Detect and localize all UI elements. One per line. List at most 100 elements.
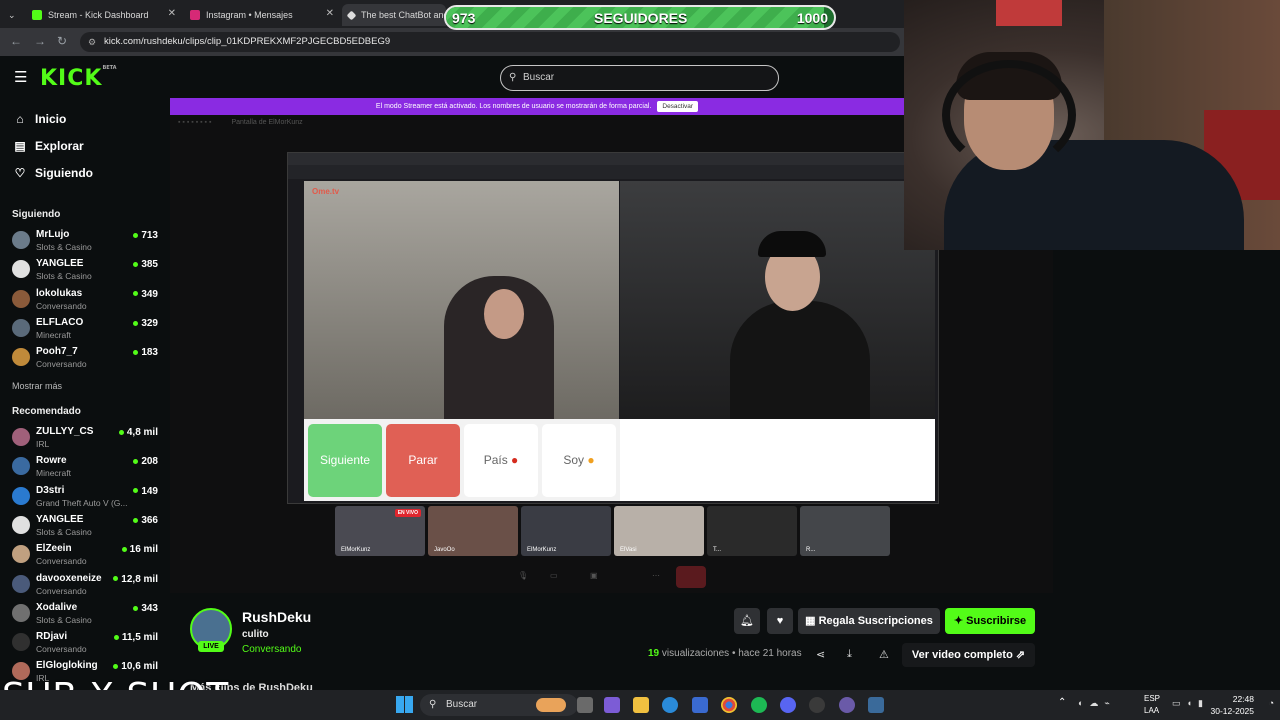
sidebar-channel[interactable]: ELFLACO Minecraft 329	[12, 316, 162, 344]
full-video-button[interactable]: Ver video completo ⇗	[902, 643, 1035, 667]
screen-share-icon[interactable]: ▣	[590, 571, 598, 580]
spotify-icon[interactable]	[751, 697, 767, 713]
tab-kick-dashboard[interactable]: Stream - Kick Dashboard ✕	[26, 4, 182, 26]
close-icon[interactable]: ✕	[326, 8, 334, 19]
next-button[interactable]: Siguiente	[308, 424, 382, 497]
chevron-up-icon[interactable]: ⌃	[1058, 697, 1066, 708]
tab-label: Stream - Kick Dashboard	[48, 10, 149, 20]
hang-up-button[interactable]	[676, 566, 706, 588]
channel-avatar	[12, 633, 30, 652]
participant-thumbnail[interactable]: ElVasi	[614, 506, 704, 556]
taskbar-clock[interactable]: 22:48 30-12-2025	[1211, 693, 1254, 717]
sidebar-channel[interactable]: D3stri Grand Theft Auto V (G... 149	[12, 484, 162, 512]
reload-icon[interactable]: ↻	[57, 34, 67, 48]
search-icon: ⚲	[429, 699, 437, 710]
channel-category: IRL	[36, 439, 50, 449]
screen-share-label: ▪ ▪ ▪ ▪ ▪ ▪ ▪ ▪ Pantalla de ElMorKunz	[178, 119, 303, 126]
sidebar-channel[interactable]: RDjavi Conversando 11,5 mil	[12, 630, 162, 658]
subscribe-button[interactable]: ✦ Suscribirse	[945, 608, 1035, 634]
participant-thumbnail[interactable]: JavoOo	[428, 506, 518, 556]
url-field[interactable]: ⚙ kick.com/rushdeku/clips/clip_01KDPREKX…	[80, 32, 900, 52]
shield-icon[interactable]	[868, 697, 884, 713]
obs-icon[interactable]	[809, 697, 825, 713]
tab-chatbot[interactable]: The best ChatBot and	[342, 4, 446, 26]
site-info-icon[interactable]: ⚙	[88, 32, 96, 52]
more-icon[interactable]: ⋯	[652, 571, 660, 580]
follow-button[interactable]: ♥	[767, 608, 793, 634]
clock-date: 30-12-2025	[1210, 706, 1254, 716]
edge-icon[interactable]	[662, 697, 678, 713]
notification-bell-icon[interactable]: ◔	[1269, 698, 1274, 708]
nav-label: Siguiendo	[35, 166, 93, 180]
taskbar-search-placeholder: Buscar	[446, 699, 478, 710]
back-arrow-icon[interactable]: ←	[10, 34, 22, 48]
participant-thumbnail[interactable]: ElMorKunz EN VIVO	[335, 506, 425, 556]
stop-button[interactable]: Parar	[386, 424, 460, 497]
task-view-icon[interactable]	[577, 697, 593, 713]
chrome-icon[interactable]	[721, 697, 737, 713]
network-volume-icons[interactable]: ▭◖▮	[1172, 698, 1209, 709]
taskbar-search[interactable]: ⚲ Buscar	[420, 694, 578, 716]
country-button[interactable]: País ●	[464, 424, 538, 497]
channel-name: RDjavi	[36, 631, 68, 643]
show-more-link[interactable]: Mostrar más	[12, 381, 62, 391]
sidebar-channel[interactable]: YANGLEE Slots & Casino 366	[12, 513, 162, 541]
close-icon[interactable]: ✕	[168, 8, 176, 19]
sidebar-item-siguiendo[interactable]: ♡ Siguiendo	[12, 166, 93, 180]
discord-icon[interactable]	[780, 697, 796, 713]
sidebar-channel[interactable]: ZULLYY_CS IRL 4,8 mil	[12, 425, 162, 453]
store-icon[interactable]	[692, 697, 708, 713]
channel-category[interactable]: Conversando	[242, 644, 301, 655]
channel-name: ElZeein	[36, 543, 72, 555]
sidebar-item-inicio[interactable]: ⌂ Inicio	[12, 112, 66, 126]
followers-goal-bar: 973 SEGUIDORES 1000	[444, 5, 836, 30]
channel-name: MrLujo	[36, 229, 70, 240]
channel-avatar	[12, 318, 30, 337]
hamburger-menu-icon[interactable]: ☰	[14, 68, 27, 86]
participant-thumbnail[interactable]: T...	[707, 506, 797, 556]
sidebar-channel[interactable]: Pooh7_7 Conversando 183	[12, 345, 162, 373]
channel-category: Slots & Casino	[36, 614, 92, 625]
sidebar-channel[interactable]: MrLujo Slots & Casino 713	[12, 228, 162, 256]
sidebar-channel[interactable]: lokolukas Conversando 349	[12, 287, 162, 315]
forward-arrow-icon[interactable]: →	[34, 34, 46, 48]
language-indicator[interactable]: ESP LAA	[1144, 693, 1160, 717]
copilot-icon[interactable]	[604, 697, 620, 713]
kick-logo[interactable]: KICKBETA	[40, 64, 117, 91]
tab-instagram[interactable]: Instagram • Mensajes ✕	[184, 4, 340, 26]
sidebar-channel[interactable]: Rowre Minecraft 208	[12, 454, 162, 482]
app-icon[interactable]	[839, 697, 855, 713]
deactivate-streamer-mode-button[interactable]: Desactivar	[657, 100, 699, 112]
viewer-count: 329	[133, 318, 158, 329]
sidebar-item-explorar[interactable]: ▤ Explorar	[12, 139, 83, 153]
sidebar: ⌂ Inicio ▤ Explorar ♡ Siguiendo Siguiendo M…	[0, 100, 170, 690]
home-icon: ⌂	[16, 112, 24, 126]
sidebar-channel[interactable]: ElZeein Conversando 16 mil	[12, 542, 162, 570]
tray-icons[interactable]: ◐☁⌁	[1078, 698, 1116, 709]
share-icon[interactable]: ⋖	[816, 648, 825, 661]
report-icon[interactable]: ⚠	[879, 648, 889, 661]
person-silhouette	[730, 301, 870, 419]
tab-search-menu[interactable]: ⌄	[2, 4, 24, 26]
camera-icon[interactable]: ▭	[550, 571, 558, 580]
gift-subs-button[interactable]: ▦ Regala Suscripciones	[798, 608, 940, 634]
channel-avatar	[12, 231, 30, 249]
participant-thumbnail[interactable]: R...	[800, 506, 890, 556]
channel-avatar	[12, 574, 30, 593]
download-icon[interactable]: ⤓	[847, 648, 852, 661]
mic-icon[interactable]: 🎙	[518, 571, 528, 580]
participant-thumbnail[interactable]: ElMorKunz	[521, 506, 611, 556]
file-explorer-icon[interactable]	[633, 697, 649, 713]
sidebar-channel[interactable]: Xodalive Slots & Casino 343	[12, 601, 162, 629]
notifications-button[interactable]: 🔔︎	[734, 608, 760, 634]
windows-start-icon[interactable]	[396, 696, 413, 713]
logo-beta: BETA	[102, 64, 117, 71]
participant-name: ElVasi	[620, 547, 637, 553]
search-input[interactable]: ⚲ Buscar	[500, 65, 779, 91]
chat-area[interactable]	[620, 419, 935, 501]
sidebar-channel[interactable]: YANGLEE Slots & Casino 385	[12, 257, 162, 285]
channel-name[interactable]: RushDeku	[242, 609, 311, 625]
sidebar-channel[interactable]: davooxeneize Conversando 12,8 mil	[12, 572, 162, 600]
gender-button[interactable]: Soy ●	[542, 424, 616, 497]
instagram-favicon-icon	[190, 10, 200, 20]
